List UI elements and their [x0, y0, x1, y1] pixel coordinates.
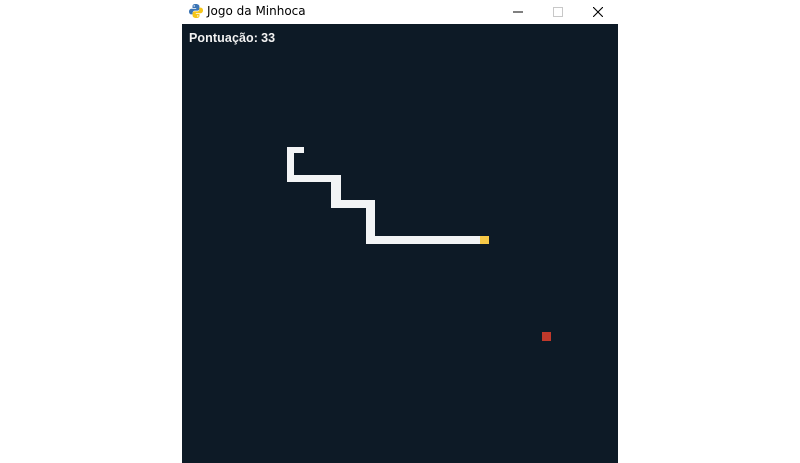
game-canvas[interactable]: Pontuação: 33 [182, 24, 618, 463]
title-bar[interactable]: Jogo da Minhoca [182, 0, 618, 24]
close-icon [593, 7, 603, 17]
score-value: 33 [261, 31, 276, 45]
maximize-icon [553, 7, 563, 17]
python-icon [188, 3, 204, 19]
minimize-icon [513, 11, 523, 13]
snake-segment [366, 236, 480, 244]
window-title: Jogo da Minhoca [207, 4, 306, 18]
game-window: Jogo da Minhoca Pontuação: 33 [182, 0, 618, 463]
food-pellet [542, 332, 551, 341]
snake-head [480, 236, 489, 244]
minimize-button[interactable] [498, 0, 538, 24]
score-display: Pontuação: 33 [189, 31, 275, 45]
score-label: Pontuação: [189, 31, 259, 45]
maximize-button[interactable] [538, 0, 578, 24]
close-button[interactable] [578, 0, 618, 24]
